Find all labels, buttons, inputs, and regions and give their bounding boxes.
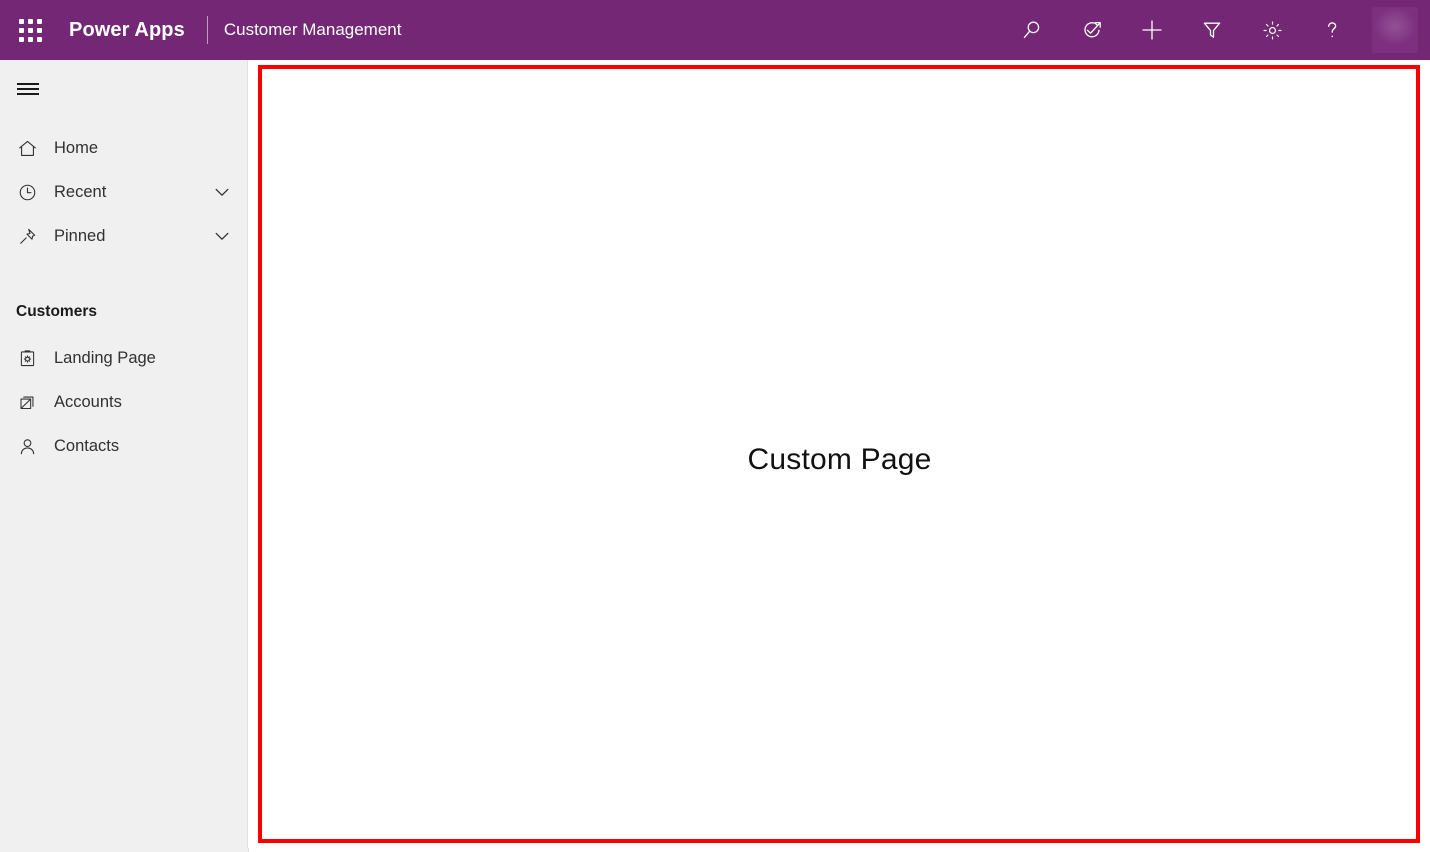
bottom-sliver-nav	[0, 848, 249, 852]
top-command-bar: Power Apps Customer Management	[0, 0, 1430, 60]
assistant-icon	[1080, 18, 1104, 42]
home-icon	[16, 137, 38, 159]
sidebar-item-landing-page[interactable]: Landing Page	[0, 336, 247, 380]
sidebar-item-label: Recent	[54, 183, 209, 202]
primary-nav-list: Home Recent	[0, 126, 247, 258]
accounts-icon	[16, 391, 38, 413]
app-launcher-button[interactable]	[0, 0, 60, 60]
topbar-actions	[1002, 0, 1430, 60]
quick-create-icon	[1139, 17, 1165, 43]
brand-divider	[207, 16, 208, 44]
main-content-region: Custom Page	[249, 60, 1430, 852]
settings-gear-icon	[1261, 19, 1284, 42]
pin-icon	[16, 225, 38, 247]
brand-title[interactable]: Power Apps	[69, 19, 185, 42]
quick-create-button[interactable]	[1132, 8, 1172, 52]
nav-collapse-button[interactable]	[4, 64, 52, 112]
app-name-label: Customer Management	[224, 20, 402, 40]
settings-button[interactable]	[1252, 8, 1292, 52]
search-icon	[1020, 18, 1044, 42]
sidebar-item-contacts[interactable]: Contacts	[0, 424, 247, 468]
clock-icon	[16, 181, 38, 203]
waffle-grid-icon	[19, 19, 42, 42]
help-icon	[1320, 18, 1344, 42]
filter-icon	[1200, 18, 1224, 42]
sidebar-item-label: Contacts	[54, 437, 235, 456]
assistant-button[interactable]	[1072, 8, 1112, 52]
power-apps-model-driven-app: Power Apps Customer Management	[0, 0, 1430, 852]
site-map-navigation-pane: Home Recent	[0, 60, 248, 852]
search-button[interactable]	[1012, 8, 1052, 52]
chevron-down-icon[interactable]	[209, 179, 235, 205]
filter-button[interactable]	[1192, 8, 1232, 52]
sidebar-item-label: Landing Page	[54, 349, 235, 368]
nav-group-header-customers: Customers	[0, 302, 247, 322]
contact-person-icon	[16, 435, 38, 457]
custom-page-icon	[16, 347, 38, 369]
bottom-edge-sliver	[0, 848, 1430, 852]
custom-page-surface: Custom Page	[249, 60, 1430, 852]
customers-nav-list: Landing Page Accounts	[0, 336, 247, 468]
sidebar-item-accounts[interactable]: Accounts	[0, 380, 247, 424]
sidebar-item-label: Home	[54, 139, 235, 158]
page-title: Custom Page	[748, 443, 932, 477]
sidebar-item-pinned[interactable]: Pinned	[0, 214, 247, 258]
help-button[interactable]	[1312, 8, 1352, 52]
sidebar-item-recent[interactable]: Recent	[0, 170, 247, 214]
sidebar-item-home[interactable]: Home	[0, 126, 247, 170]
sidebar-item-label: Accounts	[54, 393, 235, 412]
sidebar-item-label: Pinned	[54, 227, 209, 246]
chevron-down-icon[interactable]	[209, 223, 235, 249]
user-avatar[interactable]	[1372, 7, 1418, 53]
hamburger-menu-icon	[17, 83, 39, 93]
